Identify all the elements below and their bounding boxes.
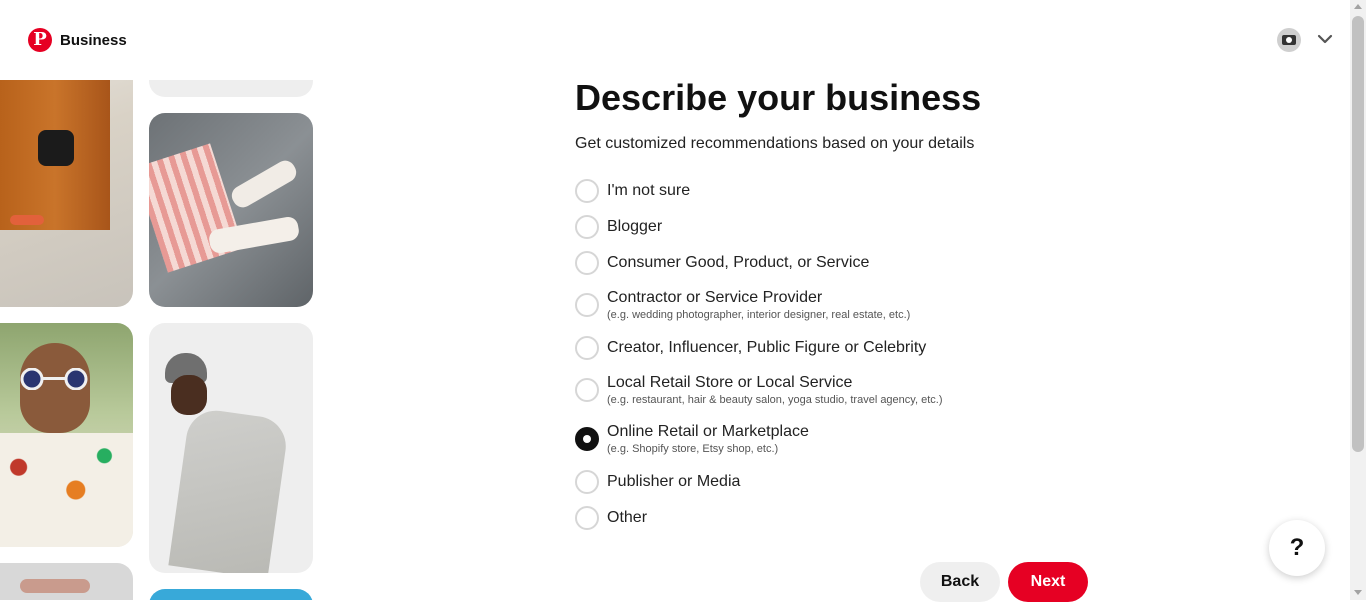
option-label: I'm not sure [607,182,691,199]
collage-image-grey-jacket [149,323,313,573]
help-button[interactable]: ? [1269,520,1325,576]
option-label: Blogger [607,218,663,235]
option-hint: (e.g. Shopify store, Etsy shop, etc.) [607,443,779,455]
option-label: Consumer Good, Product, or Service [607,254,870,271]
collage-image-hat [0,563,133,600]
image-collage [0,80,330,600]
scroll-up-arrow-icon[interactable] [1354,4,1362,9]
collage-image-top [149,80,313,97]
chevron-down-icon[interactable] [1316,30,1334,48]
option-contractor[interactable]: Contractor or Service Provider (e.g. wed… [575,288,910,322]
option-blogger[interactable]: Blogger [575,215,662,239]
next-button[interactable]: Next [1008,562,1088,602]
collage-image-orange-pants [0,80,133,307]
radio-button[interactable] [575,506,599,530]
radio-button[interactable] [575,293,599,317]
collage-image-white-boots [149,113,313,307]
option-label: Creator, Influencer, Public Figure or Ce… [607,339,927,356]
radio-button[interactable] [575,179,599,203]
option-label: Online Retail or Marketplace [607,423,809,440]
option-label: Other [607,509,648,526]
option-local-retail[interactable]: Local Retail Store or Local Service (e.g… [575,373,942,407]
camera-lens [1286,37,1292,43]
scroll-down-arrow-icon[interactable] [1354,590,1362,595]
option-not-sure[interactable]: I'm not sure [575,179,690,203]
option-publisher[interactable]: Publisher or Media [575,470,740,494]
collage-image-blue [149,589,313,600]
option-label: Contractor or Service Provider [607,289,823,306]
radio-button[interactable] [575,215,599,239]
page-subtitle: Get customized recommendations based on … [575,135,975,152]
option-label: Local Retail Store or Local Service [607,374,853,391]
logo-letter: P [33,29,47,50]
option-hint: (e.g. restaurant, hair & beauty salon, y… [607,394,943,406]
option-creator[interactable]: Creator, Influencer, Public Figure or Ce… [575,336,926,360]
top-header: P Business [0,0,1350,80]
radio-button[interactable] [575,470,599,494]
pinterest-logo-icon[interactable]: P [28,28,52,52]
collage-image-floral-shirt [0,323,133,547]
option-label: Publisher or Media [607,473,741,490]
back-button[interactable]: Back [920,562,1000,602]
option-consumer-good[interactable]: Consumer Good, Product, or Service [575,251,869,275]
brand-label[interactable]: Business [60,32,127,50]
scrollbar-thumb[interactable] [1352,16,1364,452]
option-online-retail[interactable]: Online Retail or Marketplace (e.g. Shopi… [575,422,809,456]
radio-button[interactable] [575,251,599,275]
radio-button[interactable] [575,378,599,402]
page-title: Describe your business [575,77,982,118]
radio-button-selected[interactable] [575,427,599,451]
radio-button[interactable] [575,336,599,360]
avatar[interactable] [1277,28,1301,52]
option-hint: (e.g. wedding photographer, interior des… [607,309,911,321]
option-other[interactable]: Other [575,506,647,530]
